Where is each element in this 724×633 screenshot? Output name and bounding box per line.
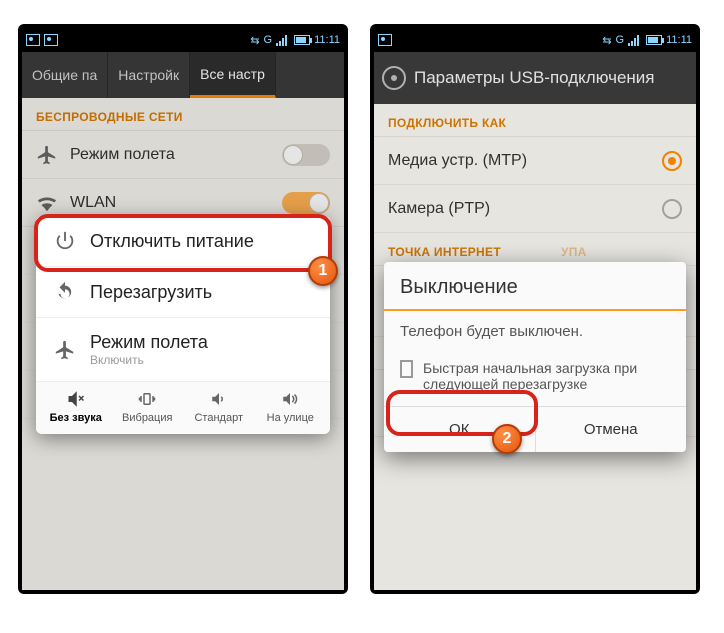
clock: 11:11 [666,34,692,46]
sound-icon [208,390,230,408]
picture-icon [44,34,58,46]
battery-icon [294,35,310,45]
dialog-fastboot-row[interactable]: Быстрая начальная загрузка при следующей… [384,352,686,406]
power-menu: Отключить питание Перезагрузить Режим по… [36,216,330,434]
shutdown-dialog: Выключение Телефон будет выключен. Быстр… [384,262,686,452]
sound-silent[interactable]: Без звука [40,390,112,424]
sound-outdoor[interactable]: На улице [255,390,327,424]
clock: 11:11 [314,34,340,46]
airplane-item[interactable]: Режим полета Включить [36,318,330,382]
mute-icon [65,390,87,408]
airplane-label: Режим полета [90,332,208,353]
dialog-message: Телефон будет выключен. [384,311,686,352]
signal-icon [276,34,290,46]
picture-icon [378,34,392,46]
dialog-title: Выключение [384,262,686,309]
network-label: G [264,34,273,46]
marker-1: 1 [308,256,338,286]
reboot-icon [54,281,76,303]
sound-standard[interactable]: Стандарт [183,390,255,424]
loud-icon [279,390,301,408]
sound-mode-row: Без звука Вибрация Стандарт На улице [36,382,330,434]
network-label: G [616,34,625,46]
signal-icon [628,34,642,46]
airplane-icon [54,339,76,361]
phone-left: ⇆ G 11:11 Общие па Настройк Все настр БЕ… [18,24,348,594]
cancel-button[interactable]: Отмена [536,407,687,452]
wifi-icon: ⇆ [602,34,611,47]
reboot-label: Перезагрузить [90,282,212,303]
phone-right: ⇆ G 11:11 Параметры USB-подключения ПОДК… [370,24,700,594]
fastboot-label: Быстрая начальная загрузка при следующей… [423,360,670,392]
vibrate-icon [136,390,158,408]
fastboot-checkbox[interactable] [400,360,413,378]
status-bar: ⇆ G 11:11 [22,28,344,52]
sound-vibrate[interactable]: Вибрация [112,390,184,424]
status-bar: ⇆ G 11:11 [374,28,696,52]
power-icon [54,230,76,252]
power-off-label: Отключить питание [90,231,254,252]
power-off-item[interactable]: Отключить питание [36,216,330,267]
airplane-sub: Включить [90,353,208,367]
battery-icon [646,35,662,45]
wifi-icon: ⇆ [250,34,259,47]
marker-2: 2 [492,424,522,454]
picture-icon [26,34,40,46]
reboot-item[interactable]: Перезагрузить [36,267,330,318]
